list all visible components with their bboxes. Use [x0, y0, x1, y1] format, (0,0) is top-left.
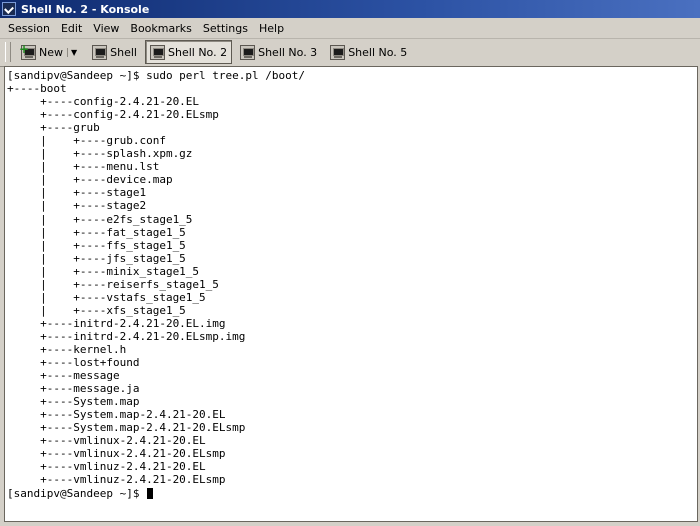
terminal-prompt: [sandipv@Sandeep ~]$ — [7, 486, 147, 500]
terminal-line: | +----reiserfs_stage1_5 — [7, 277, 219, 291]
terminal-line: | +----splash.xpm.gz — [7, 147, 193, 161]
terminal-line: | +----jfs_stage1_5 — [7, 251, 186, 265]
tab-label: Shell No. 5 — [348, 45, 408, 59]
terminal-output[interactable]: [sandipv@Sandeep ~]$ sudo perl tree.pl /… — [4, 66, 698, 522]
new-session-button[interactable]: + New ▼ — [14, 40, 84, 64]
tab-shell[interactable]: Shell — [87, 40, 142, 64]
tab-label: Shell — [110, 45, 137, 59]
terminal-line: +----vmlinuz-2.4.21-20.EL — [7, 460, 206, 474]
chevron-down-icon[interactable]: ▼ — [67, 47, 77, 57]
terminal-line: +----System.map-2.4.21-20.ELsmp — [7, 421, 246, 435]
terminal-line: +----vmlinuz-2.4.21-20.ELsmp — [7, 473, 226, 487]
terminal-line: | +----vstafs_stage1_5 — [7, 290, 206, 304]
terminal-line: | +----device.map — [7, 173, 173, 187]
terminal-line: | +----ffs_stage1_5 — [7, 238, 186, 252]
terminal-line: +----System.map — [7, 395, 140, 409]
menu-bookmarks[interactable]: Bookmarks — [127, 22, 194, 35]
terminal-line: | +----grub.conf — [7, 134, 166, 148]
menu-view[interactable]: View — [90, 22, 122, 35]
terminal-line: [sandipv@Sandeep ~]$ sudo perl tree.pl /… — [7, 69, 306, 82]
terminal-line: +----config-2.4.21-20.ELsmp — [7, 108, 219, 122]
terminal-line: +----initrd-2.4.21-20.EL.img — [7, 316, 226, 330]
terminal-line: +----message.ja — [7, 382, 140, 396]
terminal-icon — [150, 44, 165, 60]
window-title: Shell No. 2 - Konsole — [21, 2, 150, 16]
terminal-line: | +----menu.lst — [7, 160, 160, 174]
terminal-prompt-line[interactable]: [sandipv@Sandeep ~]$ — [7, 487, 695, 500]
terminal-line: | +----stage2 — [7, 199, 147, 213]
terminal-line: +----boot — [7, 82, 67, 96]
terminal-line: | +----stage1 — [7, 186, 147, 200]
terminal-line: +----grub — [7, 121, 100, 135]
terminal-line: | +----fat_stage1_5 — [7, 225, 186, 239]
terminal-line: +----vmlinux-2.4.21-20.ELsmp — [7, 447, 226, 461]
tab-label: Shell No. 3 — [258, 45, 318, 59]
menu-settings[interactable]: Settings — [200, 22, 251, 35]
new-session-label: New — [39, 45, 63, 59]
session-toolbar: + New ▼ Shell Shell No. 2 Shell No. 3 Sh… — [0, 38, 700, 67]
terminal-icon — [330, 44, 346, 60]
terminal-line: +----System.map-2.4.21-20.EL — [7, 408, 226, 422]
terminal-line: +----kernel.h — [7, 342, 127, 356]
terminal-line: +----initrd-2.4.21-20.ELsmp.img — [7, 329, 246, 343]
terminal-line: +----message — [7, 369, 120, 383]
tab-shell-no-5[interactable]: Shell No. 5 — [325, 40, 412, 64]
toolbar-grip-handle[interactable] — [5, 42, 11, 62]
menu-bar: Session Edit View Bookmarks Settings Hel… — [0, 18, 700, 39]
terminal-icon — [240, 44, 256, 60]
tab-shell-no-3[interactable]: Shell No. 3 — [235, 40, 322, 64]
menu-edit[interactable]: Edit — [58, 22, 85, 35]
new-session-icon: + — [19, 42, 37, 60]
terminal-line: +----vmlinux-2.4.21-20.EL — [7, 434, 206, 448]
terminal-icon — [92, 44, 108, 60]
terminal-line: | +----minix_stage1_5 — [7, 264, 200, 278]
text-cursor — [147, 487, 154, 499]
terminal-line: | +----e2fs_stage1_5 — [7, 212, 193, 226]
menu-help[interactable]: Help — [256, 22, 287, 35]
window-menu-icon[interactable] — [2, 2, 16, 16]
menu-session[interactable]: Session — [5, 22, 53, 35]
terminal-line: | +----xfs_stage1_5 — [7, 303, 186, 317]
tab-label: Shell No. 2 — [168, 45, 228, 59]
terminal-line: +----lost+found — [7, 356, 140, 370]
tab-shell-no-2[interactable]: Shell No. 2 — [145, 40, 233, 64]
title-bar[interactable]: Shell No. 2 - Konsole — [0, 0, 700, 18]
terminal-line: +----config-2.4.21-20.EL — [7, 95, 200, 109]
